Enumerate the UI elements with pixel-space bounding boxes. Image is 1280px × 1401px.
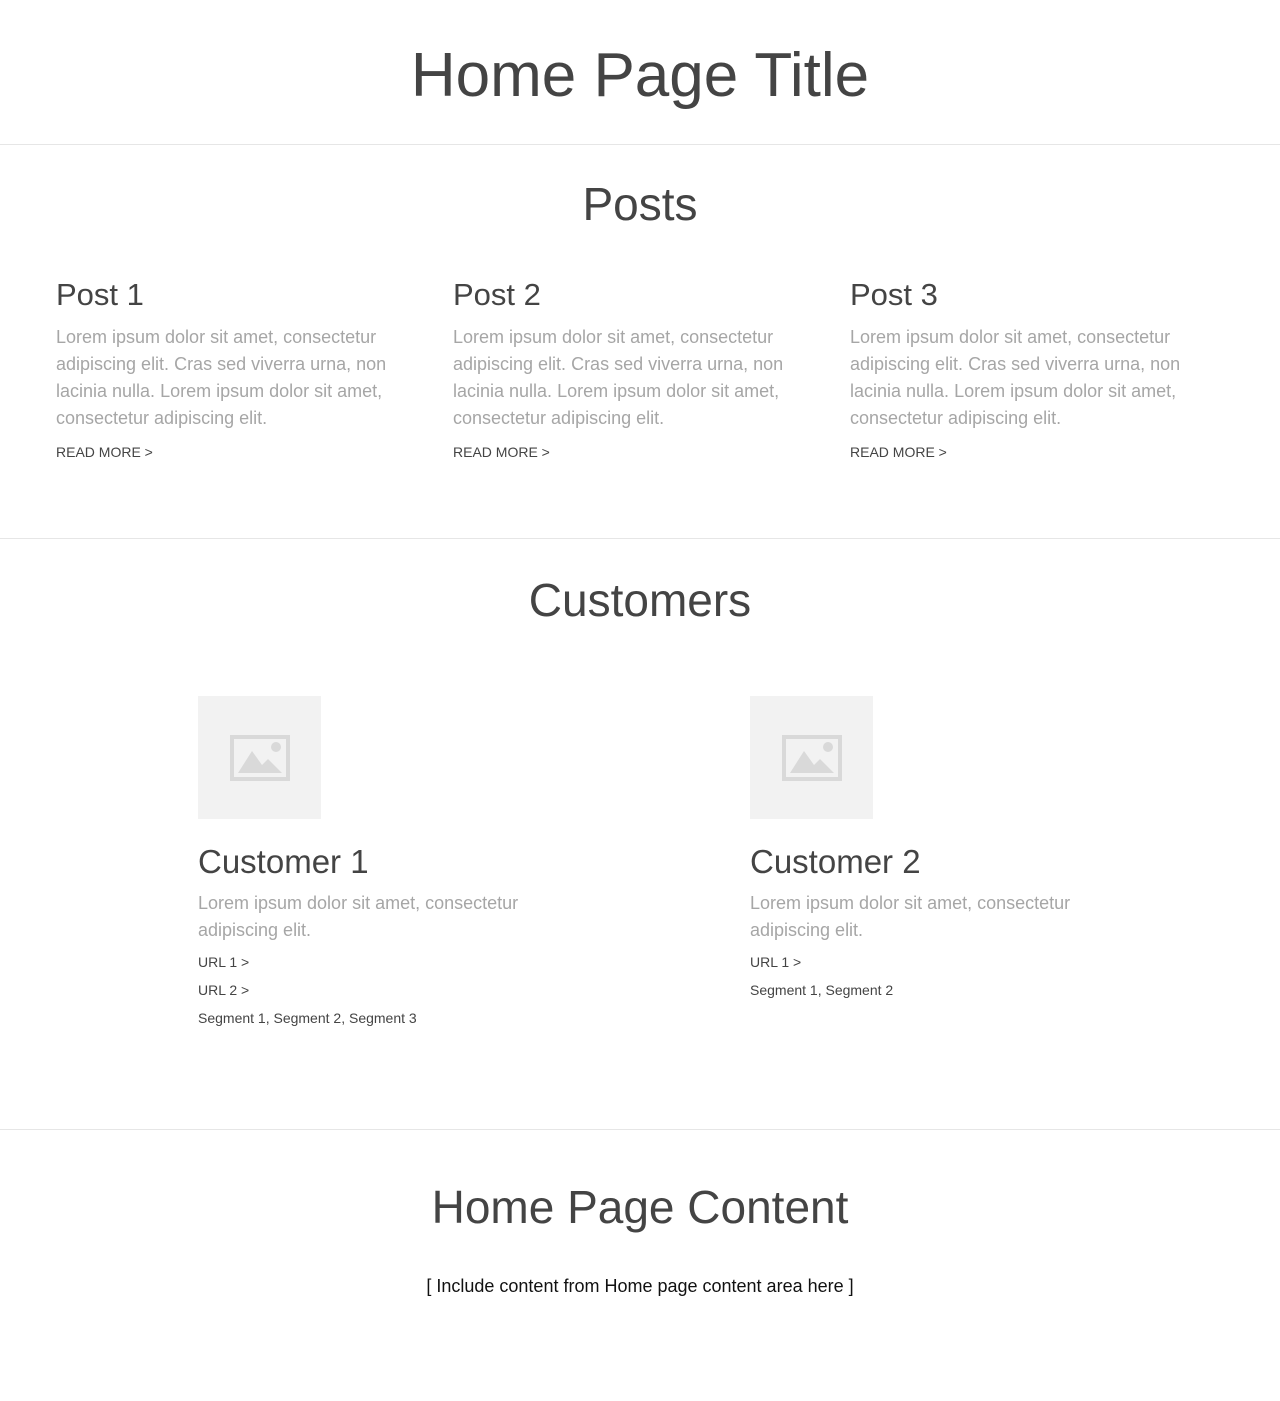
customer-image <box>750 696 873 819</box>
read-more-link[interactable]: READ MORE > <box>850 444 947 460</box>
customer-card: Customer 2 Lorem ipsum dolor sit amet, c… <box>750 696 1110 1004</box>
read-more-link[interactable]: READ MORE > <box>56 444 153 460</box>
post-title: Post 1 <box>56 277 144 312</box>
posts-section-title: Posts <box>582 178 698 230</box>
post-card: Post 2 Lorem ipsum dolor sit amet, conse… <box>453 279 790 462</box>
customer-url-link[interactable]: URL 1 > <box>750 948 1110 976</box>
posts-section: Posts Post 1 Lorem ipsum dolor sit amet,… <box>0 145 1280 539</box>
customer-segments: Segment 1, Segment 2, Segment 3 <box>198 1010 417 1026</box>
post-excerpt: Lorem ipsum dolor sit amet, consectetur … <box>453 327 784 428</box>
customer-segments: Segment 1, Segment 2 <box>750 982 894 998</box>
page-title: Home Page Title <box>410 41 870 110</box>
customer-name: Customer 1 <box>198 843 369 880</box>
page-header: Home Page Title <box>0 0 1280 145</box>
posts-grid: Post 1 Lorem ipsum dolor sit amet, conse… <box>56 279 1224 462</box>
image-placeholder-icon <box>229 734 290 781</box>
customer-card: Customer 1 Lorem ipsum dolor sit amet, c… <box>198 696 558 1032</box>
home-content-placeholder: [ Include content from Home page content… <box>426 1276 854 1296</box>
post-excerpt: Lorem ipsum dolor sit amet, consectetur … <box>850 327 1181 428</box>
customer-description: Lorem ipsum dolor sit amet, consectetur … <box>198 893 519 940</box>
customer-description: Lorem ipsum dolor sit amet, consectetur … <box>750 893 1071 940</box>
home-content-title: Home Page Content <box>431 1181 849 1233</box>
customer-name: Customer 2 <box>750 843 921 880</box>
post-excerpt: Lorem ipsum dolor sit amet, consectetur … <box>56 327 387 428</box>
post-card: Post 1 Lorem ipsum dolor sit amet, conse… <box>56 279 393 462</box>
customers-section: Customers Customer 1 Lorem ipsum dolor s… <box>0 539 1280 1130</box>
read-more-link[interactable]: READ MORE > <box>453 444 550 460</box>
customer-image <box>198 696 321 819</box>
post-card: Post 3 Lorem ipsum dolor sit amet, conse… <box>850 279 1187 462</box>
image-placeholder-icon <box>781 734 842 781</box>
customers-section-title: Customers <box>528 574 752 626</box>
home-content-section: Home Page Content [ Include content from… <box>0 1130 1280 1297</box>
customer-url-link[interactable]: URL 2 > <box>198 976 558 1004</box>
post-title: Post 3 <box>850 277 938 312</box>
customer-url-link[interactable]: URL 1 > <box>198 948 558 976</box>
post-title: Post 2 <box>453 277 541 312</box>
